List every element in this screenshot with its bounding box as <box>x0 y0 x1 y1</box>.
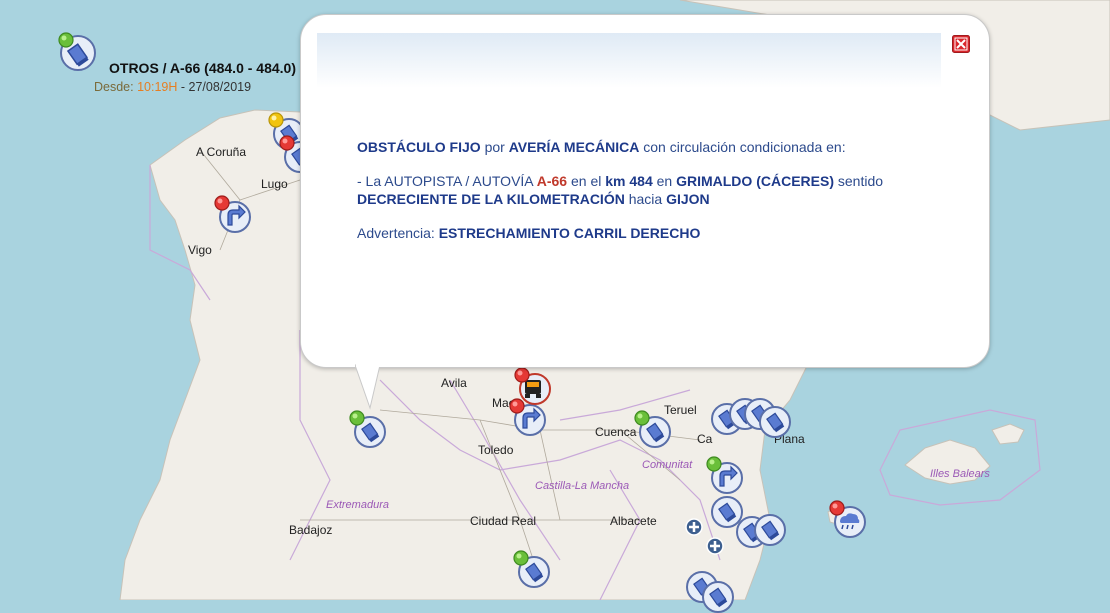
km-point: km 484 <box>605 173 653 189</box>
popup-tail <box>355 362 381 410</box>
roadwork-sign-icon <box>702 581 734 613</box>
incident-description: OBSTÁCULO FIJO por AVERÍA MECÁNICA con c… <box>357 138 927 156</box>
city-label-avila: Avila <box>441 376 467 390</box>
en-el-word: en el <box>571 173 602 189</box>
medical-cross-icon <box>685 518 703 536</box>
map-marker-turn-right-arrow-icon[interactable] <box>706 456 744 494</box>
road-code: A-66 <box>536 173 568 189</box>
map-marker-truck-icon[interactable] <box>514 367 552 405</box>
obstacle-type: OBSTÁCULO FIJO <box>357 139 481 155</box>
city-label-toledo: Toledo <box>478 443 514 457</box>
warning-text: ESTRECHAMIENTO CARRIL DERECHO <box>438 225 701 241</box>
incident-warning: Advertencia: ESTRECHAMIENTO CARRIL DEREC… <box>357 224 927 242</box>
medical-cross-icon <box>706 537 724 555</box>
map-marker-roadwork-sign-icon[interactable] <box>749 508 787 546</box>
warning-label: Advertencia: <box>357 225 435 241</box>
en-word: en <box>656 173 673 189</box>
place-name: GRIMALDO (CÁCERES) <box>676 173 834 189</box>
city-label-lugo: Lugo <box>261 177 288 191</box>
roadwork-sign-icon <box>754 514 786 546</box>
roadwork-sign-icon <box>349 410 386 448</box>
sentido-word: sentido <box>837 173 884 189</box>
map-marker-weather-rain-icon[interactable] <box>829 500 867 538</box>
obstacle-cause: AVERÍA MECÁNICA <box>508 139 640 155</box>
weather-rain-icon <box>829 500 866 538</box>
map-marker-roadwork-sign-icon[interactable] <box>697 575 735 613</box>
close-icon[interactable] <box>952 35 970 53</box>
circulation-text: con circulación condicionada en: <box>643 139 846 155</box>
hacia-word: hacia <box>628 191 663 207</box>
popup-roadwork-sign-icon <box>56 30 98 72</box>
region-label-illes-balears: Illes Balears <box>930 468 990 480</box>
city-label-badajoz: Badajoz <box>289 523 333 537</box>
city-label-albacete: Albacete <box>610 514 657 528</box>
por-word: por <box>484 139 505 155</box>
popup-body: OBSTÁCULO FIJO por AVERÍA MECÁNICA con c… <box>357 138 927 258</box>
direction: DECRECIENTE DE LA KILOMETRACIÓN <box>357 191 625 207</box>
city-label-a-coruna: A Coruña <box>196 145 247 159</box>
map-marker-roadwork-sign-icon[interactable] <box>634 410 672 448</box>
region-label-comunitat: Comunitat <box>642 459 693 471</box>
since-label: Desde: <box>94 80 134 94</box>
truck-icon <box>514 367 551 405</box>
map-marker-roadwork-sign-icon[interactable] <box>754 400 792 438</box>
since-date: - 27/08/2019 <box>180 80 252 94</box>
location-prefix: - La <box>357 173 382 189</box>
city-label-cuenca: Cuenca <box>595 425 637 439</box>
incident-location: - La AUTOPISTA / AUTOVÍA A-66 en el km 4… <box>357 172 927 208</box>
popup-header <box>317 33 941 88</box>
region-label-castilla-la-mancha: Castilla-La Mancha <box>535 480 630 492</box>
since-time: 10:19H <box>137 80 178 94</box>
map-marker-roadwork-sign-icon[interactable] <box>349 410 387 448</box>
map-marker-medical-cross-icon[interactable] <box>684 517 704 537</box>
turn-right-arrow-icon <box>706 456 743 494</box>
city-label-ciudad-real: Ciudad Real <box>470 514 537 528</box>
roadwork-sign-icon <box>759 406 791 438</box>
roadwork-sign-icon <box>634 410 671 448</box>
city-label-vigo: Vigo <box>188 243 212 257</box>
region-label-extremadura: Extremadura <box>326 499 389 511</box>
roadwork-sign-icon <box>513 550 550 588</box>
map-marker-turn-right-arrow-icon[interactable] <box>214 195 252 233</box>
popup-title: OTROS / A-66 (484.0 - 484.0) <box>109 60 296 76</box>
map-marker-medical-cross-icon[interactable] <box>705 536 725 556</box>
destination: GIJON <box>666 191 710 207</box>
map-marker-roadwork-sign-icon[interactable] <box>513 550 551 588</box>
popup-since: Desde: 10:19H - 27/08/2019 <box>94 80 251 94</box>
road-type: AUTOPISTA / AUTOVÍA <box>384 173 533 189</box>
turn-right-arrow-icon <box>214 195 251 233</box>
